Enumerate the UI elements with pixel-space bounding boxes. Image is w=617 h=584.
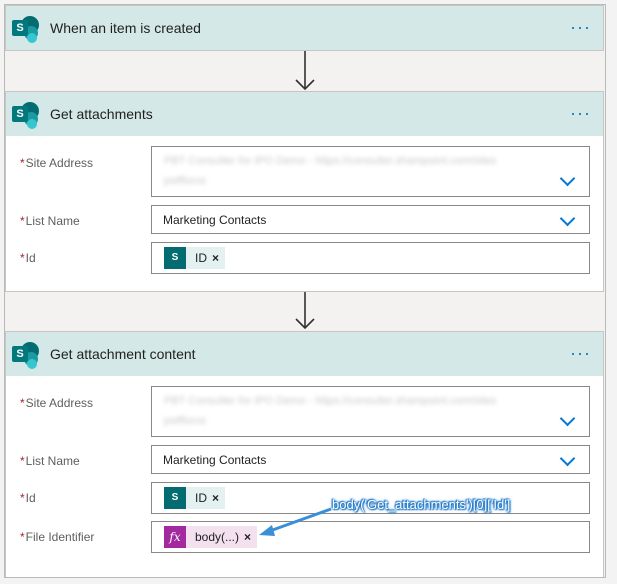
site-address-label: *Site Address [20,396,94,410]
sharepoint-icon: S [12,340,40,369]
annotation-arrow [259,507,332,536]
sharepoint-icon: S [164,487,186,509]
get-attachments-header[interactable]: S Get attachments ··· [6,92,603,136]
site-address-value: PBT Consulter for IPO Demo - https://con… [164,155,497,167]
list-name-value: Marketing Contacts [163,213,267,227]
get-attachments-title: Get attachments [50,106,153,122]
down-arrow-icon [295,292,315,330]
trigger-card-header[interactable]: S When an item is created ··· [6,6,603,50]
sharepoint-icon: S [12,14,40,43]
chevron-down-icon[interactable] [559,210,576,227]
id-token-label: ID [195,491,207,505]
chevron-down-icon[interactable] [559,410,576,427]
more-options-icon[interactable]: ··· [570,18,591,36]
site-address-dropdown[interactable]: PBT Consulter for IPO Demo - https://con… [151,386,590,437]
site-address-value-line2: pstfforce [164,415,206,427]
file-identifier-token[interactable]: fx body(...) × [164,526,258,548]
file-identifier-input[interactable]: fx body(...) × [151,521,590,553]
expression-fx-icon: fx [164,526,186,548]
id-token[interactable]: S ID × [164,247,226,269]
site-address-value: PBT Consulter for IPO Demo - https://con… [164,395,497,407]
more-options-icon[interactable]: ··· [570,344,591,362]
chevron-down-icon[interactable] [559,170,576,187]
list-name-value: Marketing Contacts [163,453,267,467]
remove-token-icon[interactable]: × [244,530,251,544]
site-address-label: *Site Address [20,156,94,170]
get-attachment-content-header[interactable]: S Get attachment content ··· [6,332,603,376]
sharepoint-icon: S [164,247,186,269]
trigger-title: When an item is created [50,20,201,36]
file-identifier-token-label: body(...) [195,530,240,544]
get-attachment-content-title: Get attachment content [50,346,196,362]
trigger-card[interactable]: S When an item is created ··· [5,5,604,51]
annotation-text: body('Get_attachments')[0]['Id'] [332,497,511,512]
flow-canvas: S When an item is created ··· S Get atta… [4,4,606,578]
list-name-dropdown[interactable]: Marketing Contacts [151,205,590,234]
remove-token-icon[interactable]: × [212,491,219,505]
list-name-label: *List Name [20,454,80,468]
site-address-dropdown[interactable]: PBT Consulter for IPO Demo - https://con… [151,146,590,197]
down-arrow-icon [295,51,315,91]
list-name-dropdown[interactable]: Marketing Contacts [151,445,590,474]
get-attachments-card[interactable]: S Get attachments ··· *Site Address PBT … [5,91,604,292]
id-label: *Id [20,491,36,505]
file-identifier-label: *File Identifier [20,530,95,544]
list-name-label: *List Name [20,214,80,228]
more-options-icon[interactable]: ··· [570,104,591,122]
site-address-value-line2: pstfforce [164,175,206,187]
sharepoint-icon: S [12,100,40,129]
id-input[interactable]: S ID × [151,242,590,274]
id-token-label: ID [195,251,207,265]
id-label: *Id [20,251,36,265]
id-token[interactable]: S ID × [164,487,226,509]
remove-token-icon[interactable]: × [212,251,219,265]
chevron-down-icon[interactable] [559,450,576,467]
